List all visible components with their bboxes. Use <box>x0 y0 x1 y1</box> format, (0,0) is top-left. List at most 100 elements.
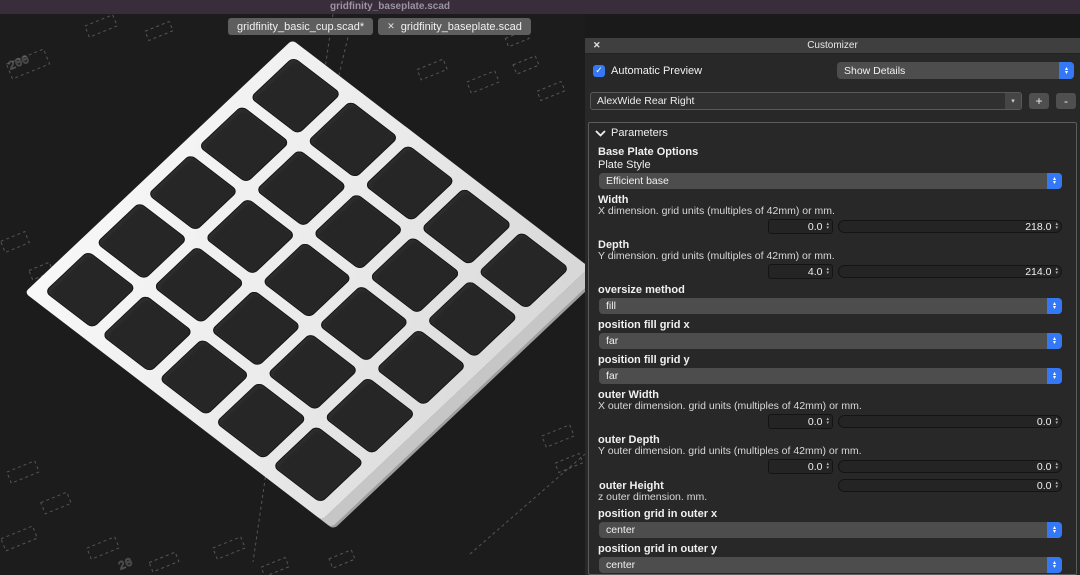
dropdown-value: far <box>606 335 619 347</box>
chevron-updown-icon: ▴ ▾ <box>1047 298 1062 314</box>
chevron-updown-icon: ▴ ▾ <box>1047 368 1062 384</box>
chevron-down-icon <box>595 129 606 137</box>
param-dropdown[interactable]: center ▴ ▾ <box>599 522 1062 538</box>
automatic-preview-checkbox[interactable]: ✓ <box>593 64 605 77</box>
dropdown-value: fill <box>606 300 616 312</box>
param-description: X dimension. grid units (multiples of 42… <box>598 205 835 217</box>
preset-dropdown[interactable]: AlexWide Rear Right ▾ <box>590 92 1022 110</box>
param-name: outer Height <box>599 479 664 492</box>
stepper-down-icon[interactable]: ▾ <box>826 225 829 231</box>
tab-close-icon[interactable]: ✕ <box>387 21 395 32</box>
param-name: position fill grid y <box>598 354 690 366</box>
svg-text:200: 200 <box>6 53 31 74</box>
preset-row: AlexWide Rear Right ▾ + - <box>590 92 1076 110</box>
param-spinbox[interactable]: 4.0 ▴ ▾ <box>768 264 833 279</box>
param-spinbox[interactable]: 0.0 ▴ ▾ <box>768 219 833 234</box>
spin-stepper: ▴ ▾ <box>1055 417 1058 426</box>
customizer-title: Customizer <box>807 40 858 51</box>
spin-stepper: ▴ ▾ <box>1055 222 1058 231</box>
tab-gridfinity-baseplate[interactable]: ✕ gridfinity_baseplate.scad <box>378 18 531 35</box>
preset-value: AlexWide Rear Right <box>597 95 695 107</box>
value-text: 0.0 <box>1036 479 1052 492</box>
spin-stepper: ▴ ▾ <box>1055 462 1058 471</box>
param-name: position grid in outer x <box>598 508 718 520</box>
param-slider[interactable]: 0.0 ▴ ▾ <box>838 415 1062 428</box>
window-titlebar: gridfinity_baseplate.scad <box>0 0 1080 14</box>
stepper-down-icon[interactable]: ▾ <box>1055 225 1058 231</box>
param-spinbox[interactable]: 0.0 ▴ ▾ <box>768 414 833 429</box>
param-slider-row: 0.0 ▴ ▾ 0.0 ▴ ▾ <box>598 459 1062 474</box>
tab-label: gridfinity_baseplate.scad <box>400 20 522 33</box>
param-description: z outer dimension. mm. <box>598 491 708 503</box>
stepper-down-icon[interactable]: ▾ <box>1055 270 1058 276</box>
param-spinbox[interactable]: 0.0 ▴ ▾ <box>768 459 833 474</box>
parameters-expander[interactable]: Parameters <box>589 123 1076 141</box>
parameters-label: Parameters <box>611 127 668 139</box>
stepper-down-icon[interactable]: ▾ <box>826 465 829 471</box>
chevron-updown-icon: ▴ ▾ <box>1047 173 1062 189</box>
dropdown-value: Show Details <box>844 64 906 77</box>
param-description: X outer dimension. grid units (multiples… <box>598 400 862 412</box>
param-select-row: center ▴ ▾ <box>599 557 1062 573</box>
parameters-container: Parameters Base Plate Options Plate Style… <box>588 122 1077 575</box>
value-text: 0.0 <box>807 220 823 233</box>
chevron-updown-icon: ▴ ▾ <box>1059 62 1074 79</box>
stepper-down-icon[interactable]: ▾ <box>826 270 829 276</box>
spin-stepper: ▴ ▾ <box>1055 481 1058 490</box>
param-label: Plate Style <box>598 159 651 171</box>
param-name: oversize method <box>598 284 685 296</box>
value-text: 0.0 <box>807 460 823 473</box>
param-select-row: center ▴ ▾ <box>599 522 1062 538</box>
dropdown-value: center <box>606 559 636 571</box>
value-text: 0.0 <box>1036 415 1052 428</box>
param-dropdown[interactable]: far ▴ ▾ <box>599 368 1062 384</box>
param-slider[interactable]: 0.0 ▴ ▾ <box>838 460 1062 473</box>
param-name: position grid in outer y <box>598 543 718 555</box>
param-slider-row: 0.0 ▴ ▾ 218.0 ▴ ▾ <box>598 219 1062 234</box>
param-slider[interactable]: 214.0 ▴ ▾ <box>838 265 1062 278</box>
customizer-panel: ✕ Customizer ✓ Automatic Preview Show De… <box>585 38 1080 575</box>
remove-preset-button[interactable]: - <box>1056 93 1076 109</box>
dropdown-value: far <box>606 370 619 382</box>
spin-stepper: ▴ ▾ <box>826 417 829 426</box>
param-slider-row: 4.0 ▴ ▾ 214.0 ▴ ▾ <box>598 264 1062 279</box>
param-name: position fill grid x <box>598 319 690 331</box>
chevron-updown-icon: ▴ ▾ <box>1047 557 1062 573</box>
customizer-header: ✕ Customizer <box>585 38 1080 54</box>
stepper-down-icon[interactable]: ▾ <box>1055 465 1058 471</box>
stepper-down-icon[interactable]: ▾ <box>1055 420 1058 426</box>
param-description: Y outer dimension. grid units (multiples… <box>598 445 862 457</box>
param-slider[interactable]: 0.0 ▴ ▾ <box>838 479 1062 492</box>
automatic-preview-label: Automatic Preview <box>611 64 703 77</box>
window-title: gridfinity_baseplate.scad <box>329 1 451 12</box>
add-preset-button[interactable]: + <box>1029 93 1049 109</box>
check-icon: ✓ <box>595 65 603 75</box>
param-slider[interactable]: 218.0 ▴ ▾ <box>838 220 1062 233</box>
param-select-row: fill ▴ ▾ <box>599 298 1062 314</box>
spin-stepper: ▴ ▾ <box>1055 267 1058 276</box>
param-dropdown[interactable]: far ▴ ▾ <box>599 333 1062 349</box>
spin-stepper: ▴ ▾ <box>826 267 829 276</box>
spin-stepper: ▴ ▾ <box>826 222 829 231</box>
show-details-dropdown[interactable]: Show Details ▴ ▾ <box>837 62 1074 79</box>
dropdown-value: center <box>606 524 636 536</box>
tab-label: gridfinity_basic_cup.scad* <box>237 20 365 33</box>
param-group-title: Base Plate Options <box>598 146 699 158</box>
close-icon[interactable]: ✕ <box>593 38 601 53</box>
tab-gridfinity-basic-cup[interactable]: gridfinity_basic_cup.scad* <box>228 18 374 35</box>
value-text: 0.0 <box>807 415 823 428</box>
stepper-down-icon[interactable]: ▾ <box>826 420 829 426</box>
value-text: 218.0 <box>1025 220 1052 233</box>
stepper-down-icon[interactable]: ▾ <box>1055 484 1058 490</box>
chevron-down-icon: ▾ <box>1005 93 1021 109</box>
preview-row: ✓ Automatic Preview Show Details ▴ ▾ <box>593 62 1074 79</box>
param-dropdown[interactable]: fill ▴ ▾ <box>599 298 1062 314</box>
param-dropdown[interactable]: Efficient base ▴ ▾ <box>599 173 1062 189</box>
value-text: 214.0 <box>1025 265 1052 278</box>
param-dropdown[interactable]: center ▴ ▾ <box>599 557 1062 573</box>
3d-viewport[interactable]: 200 20 gridfinity_basic_cup.scad* ✕ grid… <box>0 14 585 575</box>
param-select-row: far ▴ ▾ <box>599 368 1062 384</box>
param-select-row: far ▴ ▾ <box>599 333 1062 349</box>
param-slider-row: 0.0 ▴ ▾ 0.0 ▴ ▾ <box>598 414 1062 429</box>
value-text: 0.0 <box>1036 460 1052 473</box>
